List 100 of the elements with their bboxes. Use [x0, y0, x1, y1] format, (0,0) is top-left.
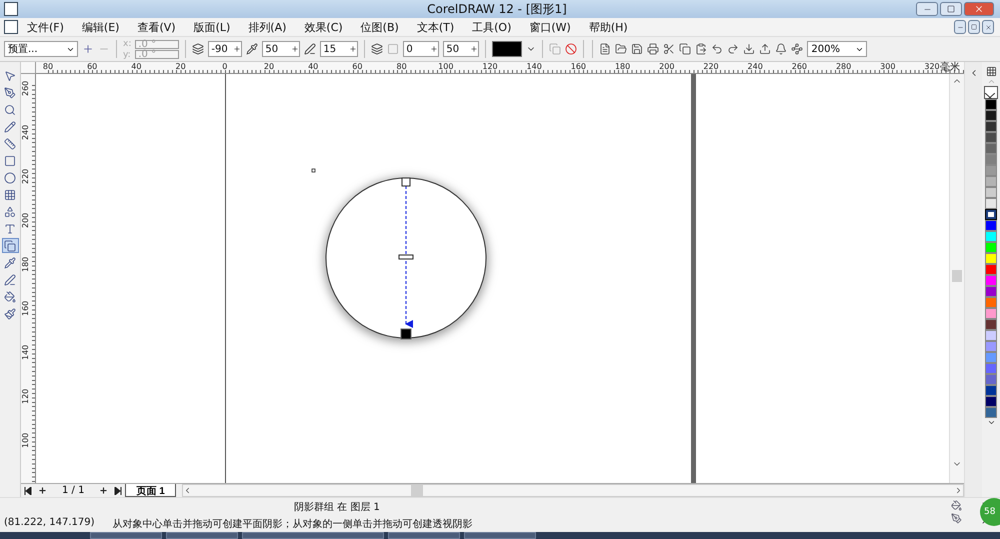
- color-swatch[interactable]: [985, 319, 997, 330]
- add-page-icon[interactable]: [99, 486, 108, 495]
- ruler-label: 320: [924, 62, 940, 71]
- ellipse-tool[interactable]: [2, 170, 18, 185]
- minimize-button[interactable]: [916, 2, 938, 16]
- color-swatch[interactable]: [985, 132, 997, 143]
- color-swatch[interactable]: [985, 198, 997, 209]
- outline-pen-tool[interactable]: [2, 272, 18, 287]
- color-swatch[interactable]: [985, 253, 997, 264]
- opacity-field[interactable]: 50: [262, 41, 300, 57]
- ruler-label: 220: [21, 168, 30, 184]
- angle-field[interactable]: -90: [208, 41, 242, 57]
- add-page-icon[interactable]: [38, 486, 47, 495]
- scroll-down-icon: [986, 418, 996, 427]
- scroll-thumb[interactable]: [410, 485, 423, 496]
- maximize-button[interactable]: [940, 2, 962, 16]
- vertical-scrollbar[interactable]: [949, 74, 964, 483]
- color-swatch[interactable]: [985, 209, 997, 220]
- feather-direction-icon: [371, 43, 384, 55]
- ruler-label: 160: [570, 62, 586, 71]
- menu-item[interactable]: 窗口(W): [520, 20, 580, 34]
- ellipse-icon: [4, 172, 16, 184]
- spinner-icon: [291, 45, 300, 53]
- menu-item[interactable]: 查看(V): [128, 20, 185, 34]
- color-swatch[interactable]: [985, 187, 997, 198]
- color-swatch[interactable]: [985, 99, 997, 110]
- feather-field[interactable]: 15: [320, 41, 358, 57]
- page-tab[interactable]: 页面 1: [125, 484, 176, 497]
- ruler-label: 260: [792, 62, 808, 71]
- menu-item[interactable]: 效果(C): [295, 20, 352, 34]
- undo-icon: [711, 43, 724, 55]
- ruler-label: 140: [21, 344, 30, 360]
- hint-text: 从对象中心单击并拖动可创建平面阴影；从对象的一侧单击并拖动可创建透视阴影: [112, 518, 473, 530]
- menu-item[interactable]: 帮助(H): [580, 20, 637, 34]
- no-color-swatch[interactable]: [984, 86, 998, 99]
- menu-item[interactable]: 文件(F): [18, 20, 73, 34]
- ruler-tool[interactable]: [2, 136, 18, 151]
- color-swatch[interactable]: [985, 165, 997, 176]
- import-icon: [743, 43, 756, 55]
- menu-item[interactable]: 文本(T): [408, 20, 464, 34]
- menu-item[interactable]: 工具(O): [463, 20, 520, 34]
- outline-pen-icon: [4, 274, 16, 286]
- ruler-label: 260: [21, 80, 30, 96]
- ruler-label: 160: [21, 300, 30, 316]
- paint-bucket-tool[interactable]: [2, 289, 18, 304]
- color-swatch[interactable]: [985, 385, 997, 396]
- brush-tool[interactable]: [2, 306, 18, 321]
- preset-dropdown[interactable]: 预置...: [4, 41, 78, 57]
- color-swatch[interactable]: [985, 231, 997, 242]
- color-swatch[interactable]: [985, 363, 997, 374]
- spinner-icon: [233, 45, 242, 53]
- shapes-icon: [4, 206, 16, 218]
- color-swatch[interactable]: [985, 110, 997, 121]
- last-page-icon[interactable]: [114, 486, 122, 494]
- color-swatch[interactable]: [985, 275, 997, 286]
- color-swatch[interactable]: [985, 396, 997, 407]
- color-swatch[interactable]: [985, 121, 997, 132]
- color-swatch[interactable]: [985, 374, 997, 385]
- color-swatch[interactable]: [985, 286, 997, 297]
- eyedropper-icon: [4, 256, 16, 268]
- copy-properties-icon: [549, 43, 562, 55]
- menu-item[interactable]: 编辑(E): [72, 20, 128, 34]
- pointer-icon: [4, 70, 16, 82]
- color-swatch[interactable]: [985, 264, 997, 275]
- handle[interactable]: [400, 328, 412, 340]
- pencil-tool[interactable]: [2, 119, 18, 134]
- close-button[interactable]: [982, 20, 994, 34]
- color-swatch[interactable]: [985, 242, 997, 253]
- color-swatch[interactable]: [985, 407, 997, 418]
- shadow-tool[interactable]: [2, 238, 18, 253]
- ruler-label: 120: [21, 388, 30, 404]
- scroll-thumb[interactable]: [952, 270, 962, 282]
- ruler-label: 180: [21, 256, 30, 272]
- color-swatch[interactable]: [985, 220, 997, 231]
- color-swatch[interactable]: [985, 143, 997, 154]
- handle[interactable]: [402, 178, 410, 186]
- stretch-field[interactable]: 50: [443, 41, 480, 57]
- color-swatch[interactable]: [985, 352, 997, 363]
- zoom-dropdown[interactable]: 200%: [807, 41, 868, 57]
- ruler-icon: [4, 138, 16, 150]
- color-swatch[interactable]: [985, 176, 997, 187]
- color-swatch[interactable]: [985, 308, 997, 319]
- menu-item[interactable]: 位图(B): [352, 20, 408, 34]
- clear-shadow-icon: [565, 43, 578, 55]
- menu-item[interactable]: 版面(L): [184, 20, 240, 34]
- restore-icon: [971, 24, 977, 30]
- ruler-label: 100: [21, 432, 30, 448]
- fade-field[interactable]: 0: [403, 41, 440, 57]
- shadow-color-swatch[interactable]: [492, 41, 522, 57]
- color-swatch[interactable]: [985, 330, 997, 341]
- ruler-label: 200: [659, 62, 674, 71]
- color-swatch[interactable]: [985, 341, 997, 352]
- opacity-slider-handle[interactable]: [398, 254, 414, 260]
- horizontal-scrollbar[interactable]: [182, 484, 964, 497]
- first-page-icon[interactable]: [24, 486, 32, 494]
- minimize-button[interactable]: [954, 20, 966, 34]
- color-swatch[interactable]: [985, 154, 997, 165]
- menu-item[interactable]: 排列(A): [239, 20, 296, 34]
- color-swatch[interactable]: [985, 297, 997, 308]
- restore-button[interactable]: [968, 20, 980, 34]
